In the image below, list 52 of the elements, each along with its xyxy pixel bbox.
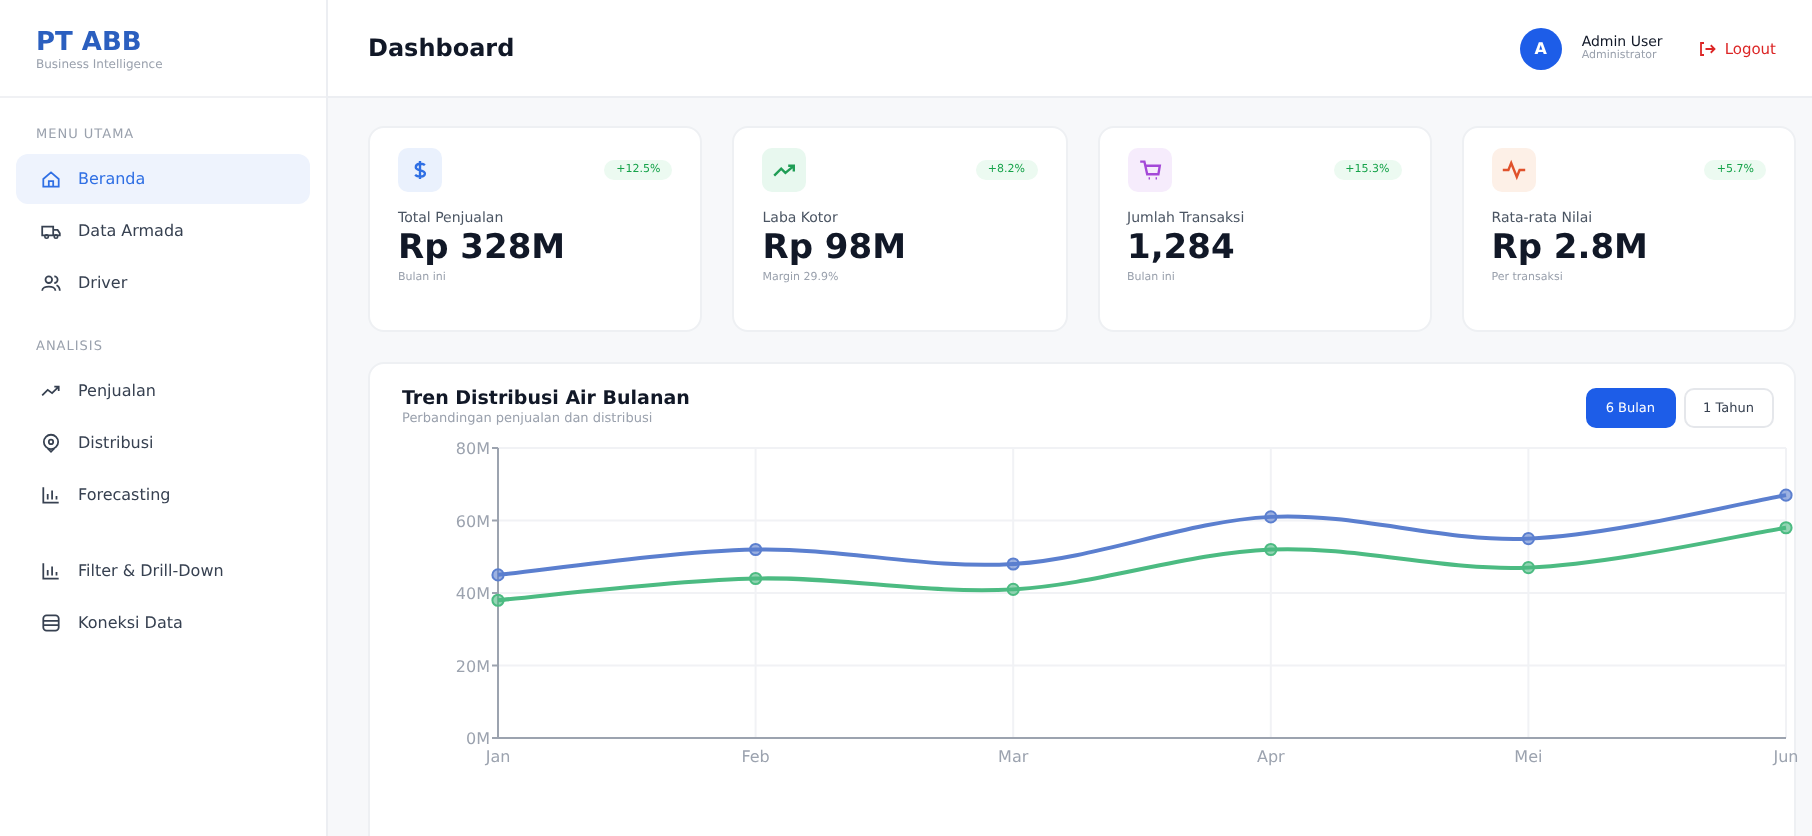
data-point: [491, 568, 505, 582]
stat-value: 1,284: [1127, 228, 1237, 268]
sidebar-item[interactable]: Data Armada: [16, 206, 310, 256]
stat-value: Rp 2.8M: [1491, 228, 1650, 268]
y-tick-label: 60M: [455, 512, 490, 531]
trend-icon: [762, 148, 807, 192]
pin-icon: [40, 432, 62, 454]
data-point: [1006, 557, 1020, 571]
chart-title: Tren Distribusi Air Bulanan: [402, 388, 690, 410]
data-point: [1264, 510, 1278, 524]
x-tick-label: Jan: [485, 748, 511, 766]
sidebar-item[interactable]: Driver: [16, 258, 310, 308]
y-tick-label: 80M: [455, 440, 490, 458]
user-avatar[interactable]: A: [1519, 27, 1562, 69]
y-tick-label: 0M: [466, 730, 490, 748]
bar-chart-icon: [40, 484, 62, 506]
x-tick-label: Mei: [1514, 748, 1543, 766]
data-point: [1264, 542, 1278, 557]
users-icon: [40, 272, 62, 294]
sidebar-item[interactable]: Distribusi: [16, 418, 310, 468]
sidebar-item[interactable]: Beranda: [16, 154, 310, 204]
page-title: Dashboard: [368, 34, 517, 62]
trend-icon: [40, 380, 62, 402]
x-tick-label: Feb: [741, 748, 770, 766]
y-tick-label: 40M: [455, 585, 490, 603]
bar-chart-icon: [40, 560, 62, 582]
stat-value: Rp 328M: [398, 228, 568, 268]
data-point: [749, 571, 763, 586]
stat-value: Rp 98M: [762, 228, 909, 268]
x-tick-label: Mar: [998, 748, 1029, 766]
x-tick-label: Jun: [1773, 748, 1799, 766]
data-point: [1006, 582, 1020, 596]
pulse-icon: [1491, 148, 1536, 192]
logout-icon: [1698, 39, 1717, 57]
x-tick-label: Apr: [1256, 748, 1285, 766]
data-point: [749, 542, 763, 557]
truck-icon: [40, 220, 62, 242]
y-tick-label: 20M: [455, 657, 490, 676]
data-point: [1521, 532, 1535, 546]
data-point: [1779, 488, 1793, 502]
sidebar-item[interactable]: Koneksi Data: [16, 598, 310, 648]
data-point: [491, 593, 505, 607]
sidebar-item[interactable]: Penjualan: [16, 366, 310, 416]
brand-title: PT ABB: [36, 28, 144, 58]
dollar-icon: [398, 148, 442, 192]
data-point: [1521, 561, 1535, 575]
cart-icon: [1127, 148, 1171, 192]
sidebar-item[interactable]: Filter & Drill-Down: [16, 546, 310, 596]
home-icon: [40, 168, 62, 190]
sidebar-item[interactable]: Forecasting: [16, 470, 310, 520]
database-icon: [40, 612, 62, 634]
data-point: [1779, 521, 1793, 535]
